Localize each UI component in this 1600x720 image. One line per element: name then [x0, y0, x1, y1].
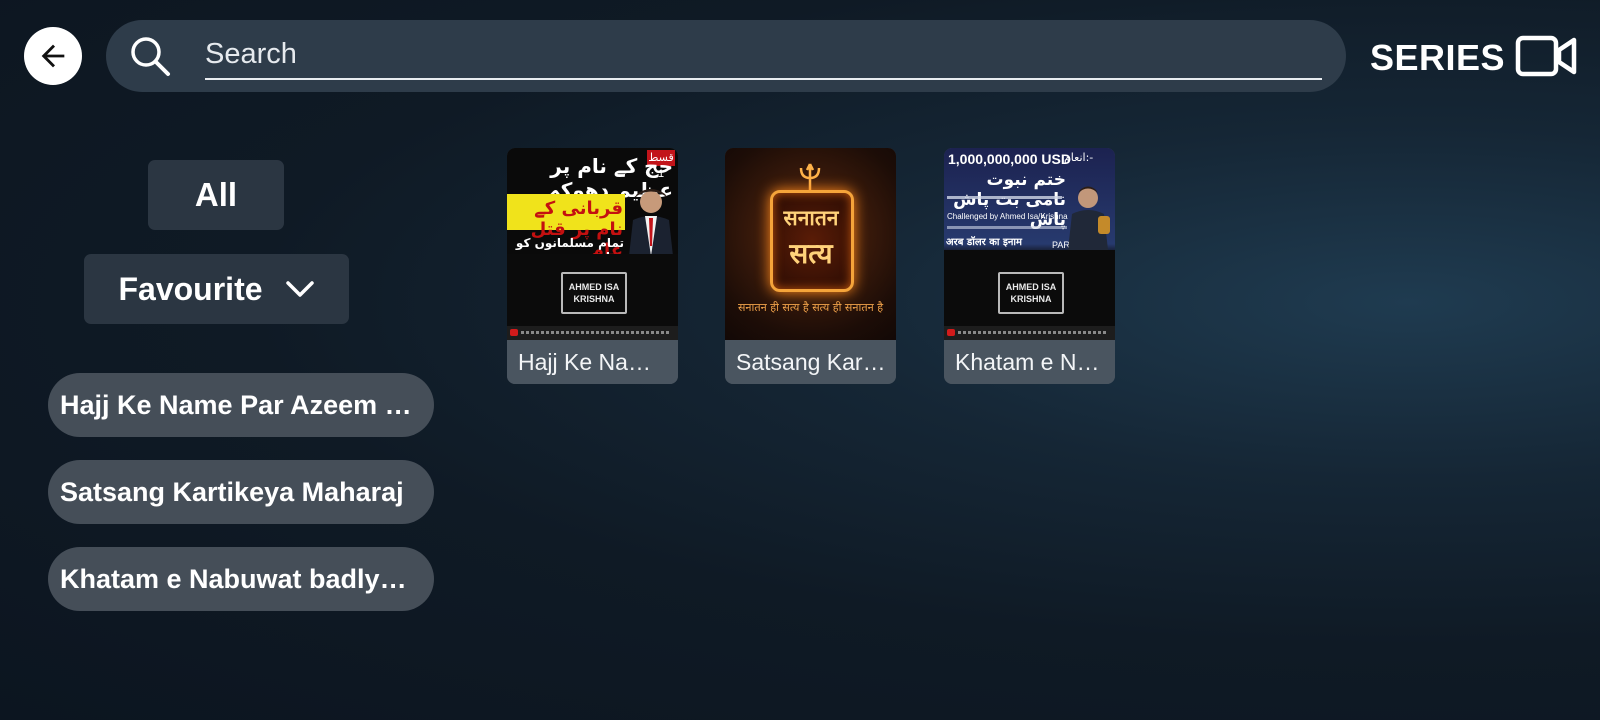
reward-amount: 1,000,000,000 USD: [948, 151, 1071, 167]
channel-logo: AHMED ISA KRISHNA: [561, 272, 627, 314]
series-thumbnail: सनातन सत्य सनातन ही सत्य है सत्य ही सनात…: [725, 148, 896, 340]
card-title: Hajj Ke Name Par Azeem Dhoka: [507, 340, 678, 384]
list-item-label: Satsang Kartikeya Maharaj: [60, 476, 404, 507]
trishul-icon: [799, 163, 821, 190]
series-card[interactable]: सनातन सत्य सनातन ही सत्य है सत्य ही सनात…: [725, 148, 896, 384]
reward-label: انعام:-: [1064, 151, 1094, 164]
favourite-label: Favourite: [118, 270, 263, 307]
video-camera-icon[interactable]: [1515, 34, 1577, 78]
thumbnail-footer: [944, 326, 1115, 340]
all-button-label: All: [194, 176, 238, 213]
list-item-label: Hajj Ke Name Par Azeem Dhoka: [60, 389, 412, 420]
search-icon: [131, 37, 170, 76]
list-item[interactable]: Hajj Ke Name Par Azeem Dhoka: [48, 373, 434, 437]
list-item-label: Khatam e Nabuwat badly exposed: [60, 563, 412, 594]
series-thumbnail: 1,000,000,000 USD انعام:- ختم نبوت نامی …: [944, 148, 1115, 340]
presenter-figure: [1068, 186, 1110, 250]
channel-logo: AHMED ISA KRISHNA: [998, 272, 1064, 314]
card-title: Satsang Kartikeya Maharaj: [725, 340, 896, 384]
search-bar[interactable]: [106, 20, 1346, 92]
hindi-caption: अरब डॉलर का इनाम: [946, 237, 1022, 248]
back-button[interactable]: [24, 27, 82, 85]
thumbnail-subtitle: सनातन ही सत्य है सत्य ही सनातन है: [737, 301, 884, 314]
list-item[interactable]: Satsang Kartikeya Maharaj: [48, 460, 434, 524]
thumbnail-headline: ختم نبوت نامی بت پاش پاش: [953, 170, 1066, 230]
series-card[interactable]: 1,000,000,000 USD انعام:- ختم نبوت نامی …: [944, 148, 1115, 384]
chevron-down-icon: [285, 281, 314, 297]
thumbnail-word2: सत्य: [789, 237, 833, 270]
youtube-icon: [947, 329, 955, 336]
search-input[interactable]: [205, 34, 1322, 80]
favourite-dropdown[interactable]: Favourite: [84, 254, 349, 324]
card-title: Khatam e Nabuwat badly exposed: [944, 340, 1115, 384]
challenge-text: Challenged by Ahmed Isa/Krishna: [947, 212, 1068, 221]
youtube-icon: [510, 329, 518, 336]
series-label: SERIES: [1370, 37, 1506, 78]
arrow-left-icon: [41, 44, 65, 68]
thumbnail-footer: [507, 326, 678, 340]
all-button[interactable]: All: [148, 160, 284, 230]
series-thumbnail: قسط 1 حج کے نام پر عظیم دھوکہ قربانی کے …: [507, 148, 678, 340]
list-item[interactable]: Khatam e Nabuwat badly exposed: [48, 547, 434, 611]
thumbnail-word1: सनातन: [783, 205, 839, 230]
series-card[interactable]: قسط 1 حج کے نام پر عظیم دھوکہ قربانی کے …: [507, 148, 678, 384]
presenter-figure: [629, 189, 673, 256]
